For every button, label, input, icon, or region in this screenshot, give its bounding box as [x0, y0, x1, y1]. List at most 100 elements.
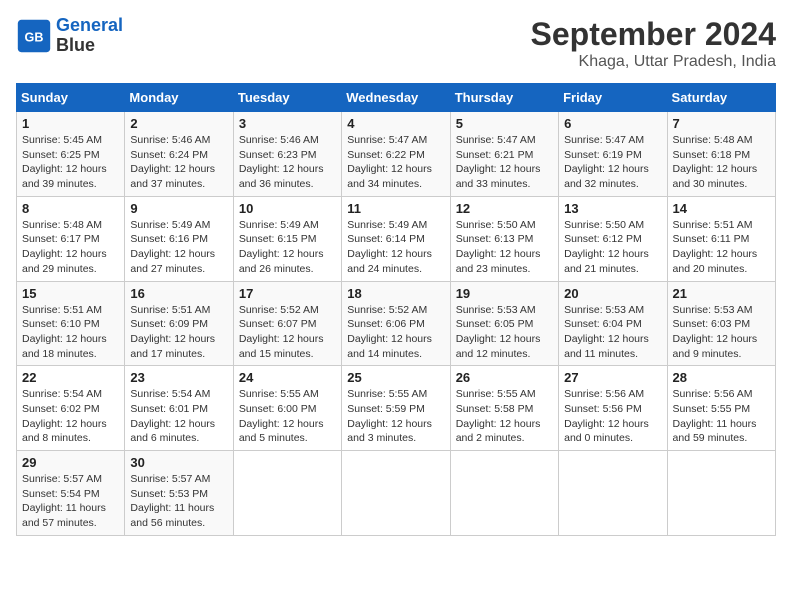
calendar-cell: 17 Sunrise: 5:52 AM Sunset: 6:07 PM Dayl…: [233, 281, 341, 366]
location: Khaga, Uttar Pradesh, India: [531, 53, 776, 71]
day-info: Sunrise: 5:55 AM Sunset: 5:58 PM Dayligh…: [456, 387, 553, 446]
day-number: 24: [239, 370, 336, 385]
day-info: Sunrise: 5:50 AM Sunset: 6:12 PM Dayligh…: [564, 218, 661, 277]
calendar-cell: 22 Sunrise: 5:54 AM Sunset: 6:02 PM Dayl…: [17, 366, 125, 451]
calendar-cell: 18 Sunrise: 5:52 AM Sunset: 6:06 PM Dayl…: [342, 281, 450, 366]
calendar-cell: 16 Sunrise: 5:51 AM Sunset: 6:09 PM Dayl…: [125, 281, 233, 366]
day-number: 28: [673, 370, 770, 385]
calendar-cell: 9 Sunrise: 5:49 AM Sunset: 6:16 PM Dayli…: [125, 196, 233, 281]
day-info: Sunrise: 5:56 AM Sunset: 5:55 PM Dayligh…: [673, 387, 770, 446]
day-number: 10: [239, 201, 336, 216]
calendar-week-row: 22 Sunrise: 5:54 AM Sunset: 6:02 PM Dayl…: [17, 366, 776, 451]
calendar-cell: 14 Sunrise: 5:51 AM Sunset: 6:11 PM Dayl…: [667, 196, 775, 281]
calendar-cell: 3 Sunrise: 5:46 AM Sunset: 6:23 PM Dayli…: [233, 112, 341, 197]
day-number: 17: [239, 286, 336, 301]
calendar-cell: [559, 451, 667, 536]
calendar-cell: 11 Sunrise: 5:49 AM Sunset: 6:14 PM Dayl…: [342, 196, 450, 281]
calendar-cell: 13 Sunrise: 5:50 AM Sunset: 6:12 PM Dayl…: [559, 196, 667, 281]
day-number: 12: [456, 201, 553, 216]
day-info: Sunrise: 5:54 AM Sunset: 6:01 PM Dayligh…: [130, 387, 227, 446]
calendar-cell: [233, 451, 341, 536]
day-number: 20: [564, 286, 661, 301]
day-info: Sunrise: 5:51 AM Sunset: 6:11 PM Dayligh…: [673, 218, 770, 277]
calendar-week-row: 29 Sunrise: 5:57 AM Sunset: 5:54 PM Dayl…: [17, 451, 776, 536]
day-number: 16: [130, 286, 227, 301]
calendar-cell: 8 Sunrise: 5:48 AM Sunset: 6:17 PM Dayli…: [17, 196, 125, 281]
calendar-cell: 25 Sunrise: 5:55 AM Sunset: 5:59 PM Dayl…: [342, 366, 450, 451]
day-info: Sunrise: 5:56 AM Sunset: 5:56 PM Dayligh…: [564, 387, 661, 446]
day-info: Sunrise: 5:53 AM Sunset: 6:05 PM Dayligh…: [456, 303, 553, 362]
day-number: 13: [564, 201, 661, 216]
day-number: 2: [130, 116, 227, 131]
weekday-header: Tuesday: [233, 84, 341, 112]
calendar-cell: 5 Sunrise: 5:47 AM Sunset: 6:21 PM Dayli…: [450, 112, 558, 197]
day-info: Sunrise: 5:57 AM Sunset: 5:54 PM Dayligh…: [22, 472, 119, 531]
day-info: Sunrise: 5:55 AM Sunset: 6:00 PM Dayligh…: [239, 387, 336, 446]
page-header: GB General Blue September 2024 Khaga, Ut…: [16, 16, 776, 71]
calendar-cell: 27 Sunrise: 5:56 AM Sunset: 5:56 PM Dayl…: [559, 366, 667, 451]
day-info: Sunrise: 5:45 AM Sunset: 6:25 PM Dayligh…: [22, 133, 119, 192]
weekday-header: Friday: [559, 84, 667, 112]
day-number: 21: [673, 286, 770, 301]
day-number: 26: [456, 370, 553, 385]
day-number: 23: [130, 370, 227, 385]
day-info: Sunrise: 5:53 AM Sunset: 6:03 PM Dayligh…: [673, 303, 770, 362]
day-info: Sunrise: 5:47 AM Sunset: 6:19 PM Dayligh…: [564, 133, 661, 192]
logo-line2: Blue: [56, 36, 123, 56]
day-number: 22: [22, 370, 119, 385]
calendar-cell: 21 Sunrise: 5:53 AM Sunset: 6:03 PM Dayl…: [667, 281, 775, 366]
day-info: Sunrise: 5:47 AM Sunset: 6:22 PM Dayligh…: [347, 133, 444, 192]
day-number: 5: [456, 116, 553, 131]
day-info: Sunrise: 5:53 AM Sunset: 6:04 PM Dayligh…: [564, 303, 661, 362]
day-number: 7: [673, 116, 770, 131]
day-info: Sunrise: 5:48 AM Sunset: 6:17 PM Dayligh…: [22, 218, 119, 277]
weekday-header: Sunday: [17, 84, 125, 112]
weekday-header: Wednesday: [342, 84, 450, 112]
day-number: 18: [347, 286, 444, 301]
calendar-cell: [667, 451, 775, 536]
calendar-cell: 24 Sunrise: 5:55 AM Sunset: 6:00 PM Dayl…: [233, 366, 341, 451]
day-info: Sunrise: 5:55 AM Sunset: 5:59 PM Dayligh…: [347, 387, 444, 446]
calendar-cell: 28 Sunrise: 5:56 AM Sunset: 5:55 PM Dayl…: [667, 366, 775, 451]
day-info: Sunrise: 5:46 AM Sunset: 6:24 PM Dayligh…: [130, 133, 227, 192]
calendar-cell: 12 Sunrise: 5:50 AM Sunset: 6:13 PM Dayl…: [450, 196, 558, 281]
calendar-cell: 2 Sunrise: 5:46 AM Sunset: 6:24 PM Dayli…: [125, 112, 233, 197]
title-block: September 2024 Khaga, Uttar Pradesh, Ind…: [531, 16, 776, 71]
day-number: 25: [347, 370, 444, 385]
calendar-cell: 23 Sunrise: 5:54 AM Sunset: 6:01 PM Dayl…: [125, 366, 233, 451]
calendar-cell: 19 Sunrise: 5:53 AM Sunset: 6:05 PM Dayl…: [450, 281, 558, 366]
day-info: Sunrise: 5:52 AM Sunset: 6:07 PM Dayligh…: [239, 303, 336, 362]
day-number: 6: [564, 116, 661, 131]
day-info: Sunrise: 5:49 AM Sunset: 6:16 PM Dayligh…: [130, 218, 227, 277]
svg-text:GB: GB: [25, 30, 44, 44]
month-title: September 2024: [531, 16, 776, 53]
calendar-cell: 7 Sunrise: 5:48 AM Sunset: 6:18 PM Dayli…: [667, 112, 775, 197]
weekday-header: Saturday: [667, 84, 775, 112]
day-number: 30: [130, 455, 227, 470]
calendar-cell: 29 Sunrise: 5:57 AM Sunset: 5:54 PM Dayl…: [17, 451, 125, 536]
weekday-header: Thursday: [450, 84, 558, 112]
day-info: Sunrise: 5:46 AM Sunset: 6:23 PM Dayligh…: [239, 133, 336, 192]
day-info: Sunrise: 5:57 AM Sunset: 5:53 PM Dayligh…: [130, 472, 227, 531]
logo-icon: GB: [16, 18, 52, 54]
day-info: Sunrise: 5:50 AM Sunset: 6:13 PM Dayligh…: [456, 218, 553, 277]
day-info: Sunrise: 5:52 AM Sunset: 6:06 PM Dayligh…: [347, 303, 444, 362]
calendar-cell: 10 Sunrise: 5:49 AM Sunset: 6:15 PM Dayl…: [233, 196, 341, 281]
calendar-table: SundayMondayTuesdayWednesdayThursdayFrid…: [16, 83, 776, 536]
day-info: Sunrise: 5:47 AM Sunset: 6:21 PM Dayligh…: [456, 133, 553, 192]
day-number: 1: [22, 116, 119, 131]
weekday-header-row: SundayMondayTuesdayWednesdayThursdayFrid…: [17, 84, 776, 112]
day-info: Sunrise: 5:49 AM Sunset: 6:14 PM Dayligh…: [347, 218, 444, 277]
day-number: 19: [456, 286, 553, 301]
calendar-cell: 30 Sunrise: 5:57 AM Sunset: 5:53 PM Dayl…: [125, 451, 233, 536]
calendar-cell: [342, 451, 450, 536]
day-info: Sunrise: 5:49 AM Sunset: 6:15 PM Dayligh…: [239, 218, 336, 277]
calendar-cell: [450, 451, 558, 536]
logo-line1: General: [56, 15, 123, 35]
day-number: 8: [22, 201, 119, 216]
weekday-header: Monday: [125, 84, 233, 112]
day-number: 27: [564, 370, 661, 385]
calendar-cell: 6 Sunrise: 5:47 AM Sunset: 6:19 PM Dayli…: [559, 112, 667, 197]
calendar-week-row: 15 Sunrise: 5:51 AM Sunset: 6:10 PM Dayl…: [17, 281, 776, 366]
calendar-cell: 20 Sunrise: 5:53 AM Sunset: 6:04 PM Dayl…: [559, 281, 667, 366]
